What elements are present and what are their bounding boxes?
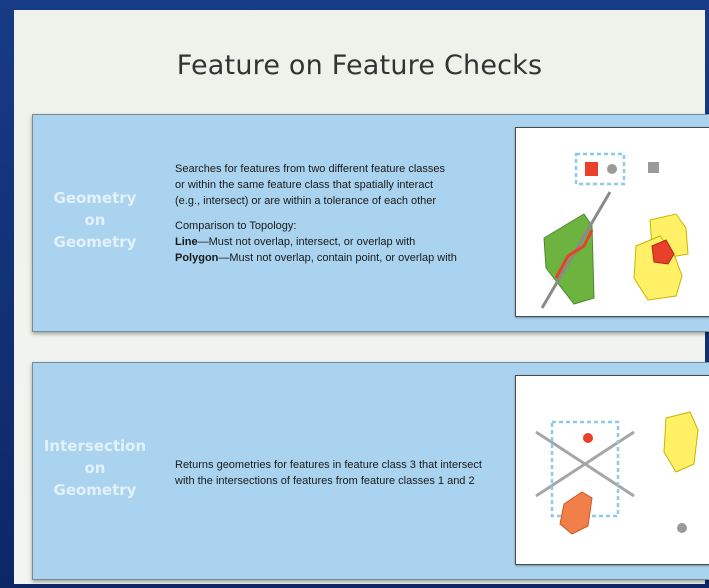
check-panel-intersection-on-geometry: Intersection on Geometry Returns geometr… — [32, 362, 709, 580]
intersection-on-geometry-illustration — [515, 375, 709, 565]
comparison-line: Polygon—Must not overlap, contain point,… — [175, 250, 457, 266]
description-line: or within the same feature class that sp… — [175, 179, 434, 191]
comparison-text: —Must not overlap, contain point, or ove… — [218, 252, 457, 264]
description-line: Searches for features from two different… — [175, 163, 446, 175]
check-label: Intersection on Geometry — [33, 435, 157, 501]
check-label-line: Intersection — [43, 437, 147, 455]
gray-square-point — [648, 162, 659, 173]
check-label-line: on — [84, 459, 106, 477]
slide-title: Feature on Feature Checks — [176, 50, 543, 81]
check-label-line: Geometry — [53, 189, 137, 207]
presentation-frame: Feature on Feature Checks Geometry on Ge… — [0, 0, 709, 588]
check-label-line: on — [84, 211, 106, 229]
comparison-line: Line—Must not overlap, intersect, or ove… — [175, 234, 457, 250]
check-label-line: Geometry — [53, 481, 137, 499]
slide: Feature on Feature Checks Geometry on Ge… — [14, 10, 709, 584]
check-description: Returns geometries for features in featu… — [175, 457, 482, 489]
check-panel-geometry-on-geometry: Geometry on Geometry Searches for featur… — [32, 114, 709, 332]
gray-dot — [677, 523, 687, 533]
comparison-term: Polygon — [175, 252, 219, 264]
check-description: Searches for features from two different… — [175, 161, 457, 266]
comparison-term: Line — [175, 236, 198, 248]
geometry-on-geometry-illustration — [515, 127, 709, 317]
description-line: with the intersections of features from … — [175, 475, 475, 487]
comparison-heading: Comparison to Topology: — [175, 220, 297, 232]
illustration-svg — [540, 152, 689, 309]
description-line: Returns geometries for features in featu… — [175, 459, 482, 471]
description-line: (e.g., intersect) or are within a tolera… — [175, 195, 437, 207]
check-label: Geometry on Geometry — [33, 187, 157, 253]
comparison-text: —Must not overlap, intersect, or overlap… — [197, 236, 416, 248]
red-square-point — [585, 162, 598, 176]
orange-polygon — [559, 491, 593, 535]
illustration-svg — [535, 411, 699, 535]
yellow-polygon — [663, 411, 699, 473]
red-dot — [583, 433, 593, 443]
gray-dot — [607, 164, 617, 174]
check-label-line: Geometry — [53, 233, 137, 251]
